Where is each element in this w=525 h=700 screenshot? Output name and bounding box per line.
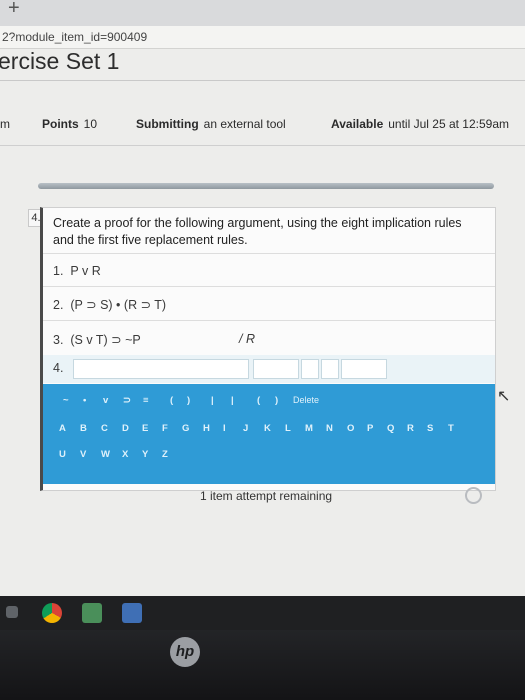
browser-tab-strip: + <box>0 0 525 27</box>
letter-e-button[interactable]: E <box>142 423 148 434</box>
symbol-wedge-button[interactable]: v <box>103 395 108 406</box>
line-divider <box>43 286 495 287</box>
letter-t-button[interactable]: T <box>448 423 454 434</box>
line-ref-input-1[interactable] <box>301 359 319 379</box>
letter-b-button[interactable]: B <box>80 423 87 434</box>
step-number: 4. <box>53 361 64 375</box>
line-divider <box>43 320 495 321</box>
taskbar <box>0 596 525 630</box>
premise-formula: (P ⊃ S) • (R ⊃ T) <box>70 298 167 312</box>
letter-s-button[interactable]: S <box>427 423 433 434</box>
points-value: 10 <box>83 117 98 131</box>
address-bar[interactable]: 2?module_item_id=900409 <box>0 26 525 49</box>
letter-v-button[interactable]: V <box>80 449 86 460</box>
letter-n-button[interactable]: N <box>326 423 333 434</box>
letter-i-button[interactable]: I <box>223 423 226 434</box>
premise-number: 3. <box>53 333 64 347</box>
letter-c-button[interactable]: C <box>101 423 108 434</box>
letter-p-button[interactable]: P <box>367 423 373 434</box>
question-prompt: Create a proof for the following argumen… <box>53 216 462 247</box>
letter-x-button[interactable]: X <box>122 449 128 460</box>
submitting-value: an external tool <box>203 117 286 131</box>
letter-g-button[interactable]: G <box>182 423 189 434</box>
hp-logo: hp <box>170 637 200 667</box>
letter-k-button[interactable]: K <box>264 423 271 434</box>
tool-header-bar <box>38 183 494 189</box>
premise-2: 2. (P ⊃ S) • (R ⊃ T) <box>53 297 166 312</box>
available-value: until Jul 25 at 12:59am <box>388 117 509 131</box>
symbol-close-paren-button[interactable]: ) <box>187 395 190 406</box>
mouse-cursor-icon: ↖ <box>497 388 511 405</box>
letter-h-button[interactable]: H <box>203 423 210 434</box>
screen: + 2?module_item_id=900409 ercise Set 1 m… <box>0 0 525 596</box>
letter-j-button[interactable]: J <box>243 423 248 434</box>
meta-divider <box>0 145 525 146</box>
proof-line-4: 4. <box>43 355 495 383</box>
chrome-icon[interactable] <box>42 603 62 623</box>
question-card: Create a proof for the following argumen… <box>40 207 496 491</box>
letter-o-button[interactable]: O <box>347 423 354 434</box>
letter-d-button[interactable]: D <box>122 423 129 434</box>
app-icon[interactable] <box>122 603 142 623</box>
title-divider <box>0 80 525 81</box>
symbol-bar-button[interactable]: | <box>211 395 214 406</box>
symbol-open-paren-button[interactable]: ( <box>257 395 260 406</box>
symbol-palette: ~ • v ⊃ ≡ ( ) | | ( ) Delete A B C D E F… <box>43 384 495 484</box>
premise-number: 2. <box>53 298 64 312</box>
symbol-triple-bar-button[interactable]: ≡ <box>143 395 149 406</box>
letter-l-button[interactable]: L <box>285 423 291 434</box>
line-ref-input-2[interactable] <box>321 359 339 379</box>
premise-3: 3. (S v T) ⊃ ~P <box>53 332 141 347</box>
letter-w-button[interactable]: W <box>101 449 110 460</box>
premise-formula: (S v T) ⊃ ~P <box>70 333 141 347</box>
letter-u-button[interactable]: U <box>59 449 66 460</box>
available-label: Available <box>331 117 384 131</box>
premise-formula: P v R <box>70 264 101 278</box>
attempts-remaining: 1 item attempt remaining <box>200 489 333 503</box>
premise-1: 1. P v R <box>53 264 101 278</box>
letter-q-button[interactable]: Q <box>387 423 394 434</box>
launcher-icon[interactable] <box>6 606 18 618</box>
symbol-horseshoe-button[interactable]: ⊃ <box>123 395 131 406</box>
symbol-dot-button[interactable]: • <box>83 395 86 406</box>
letter-z-button[interactable]: Z <box>162 449 168 460</box>
line-divider <box>43 253 495 254</box>
symbol-open-paren-button[interactable]: ( <box>170 395 173 406</box>
address-url[interactable]: 2?module_item_id=900409 <box>2 30 147 44</box>
letter-f-button[interactable]: F <box>162 423 168 434</box>
points-label: Points <box>42 117 79 131</box>
laptop-bezel <box>0 630 525 700</box>
letter-r-button[interactable]: R <box>407 423 414 434</box>
page-title: ercise Set 1 <box>0 48 120 74</box>
files-icon[interactable] <box>82 603 102 623</box>
status-circle-icon <box>465 487 482 504</box>
symbol-bar-button[interactable]: | <box>231 395 234 406</box>
symbol-tilde-button[interactable]: ~ <box>63 395 69 406</box>
letter-m-button[interactable]: M <box>305 423 313 434</box>
submitting-label: Submitting <box>136 117 199 131</box>
conclusion: / R <box>239 332 255 346</box>
new-tab-button[interactable]: + <box>8 0 20 20</box>
submitting-info: Submitting an external tool <box>136 117 286 131</box>
formula-input[interactable] <box>73 359 249 379</box>
justification-input[interactable] <box>253 359 299 379</box>
delete-button[interactable]: Delete <box>293 395 319 405</box>
line-ref-input-3[interactable] <box>341 359 387 379</box>
available-info: Available until Jul 25 at 12:59am <box>331 117 509 131</box>
points-info: Points 10 <box>42 117 97 131</box>
symbol-close-paren-button[interactable]: ) <box>275 395 278 406</box>
letter-a-button[interactable]: A <box>59 423 66 434</box>
letter-y-button[interactable]: Y <box>142 449 148 460</box>
premise-number: 1. <box>53 264 64 278</box>
meta-fragment: m <box>0 117 10 131</box>
